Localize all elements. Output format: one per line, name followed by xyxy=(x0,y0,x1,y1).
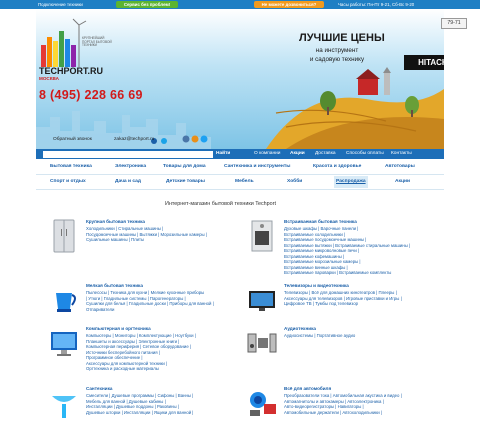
divider xyxy=(36,174,444,175)
block-link[interactable]: Встраиваемые пароварки | Встраиваемые ко… xyxy=(284,270,391,276)
block-plumbing: Сантехника Смесители | Душевые программы… xyxy=(48,386,243,425)
work-hours: Часы работы: Пн-Пт 9-21, Сб-Вс 9-20 xyxy=(338,1,415,7)
block-link[interactable]: Оргтехника и расходные материалы xyxy=(86,366,159,372)
cat-appliances[interactable]: Бытовая техника xyxy=(50,161,92,173)
top-bar: Подключение техники Сервис без проблем! … xyxy=(0,0,480,9)
connect-link[interactable]: Подключение техники xyxy=(38,2,83,7)
block-title[interactable]: Крупная бытовая техника xyxy=(86,219,145,224)
promo-title: ЛУЧШИЕ ЦЕНЫ xyxy=(299,32,385,44)
cat-furniture[interactable]: Мебель xyxy=(235,176,254,188)
sink-icon[interactable] xyxy=(48,386,80,420)
block-builtin-appliances: Встраиваемая бытовая техника Духовые шка… xyxy=(246,219,441,279)
search-nav-bar: Найти О компании Акции Доставка Способы … xyxy=(36,149,444,159)
block-link[interactable]: Автомобильные держатели | Автохолодильни… xyxy=(284,410,382,416)
page: Подключение техники Сервис без проблем! … xyxy=(0,0,480,425)
promo-line-2: и садовую технику xyxy=(309,56,365,63)
promo-line-1: на инструмент xyxy=(315,47,359,54)
cat-auto[interactable]: Автотовары xyxy=(385,161,415,173)
cat-sale[interactable]: Распродажа xyxy=(334,176,368,188)
counter-badge: 79-71 xyxy=(441,18,467,29)
logo-text[interactable]: TECHPORT.RU xyxy=(39,66,103,76)
farm-illustration xyxy=(266,67,444,149)
cat-promo[interactable]: Акции xyxy=(395,176,410,188)
header-banner: КРУПНЕЙШИЙ ПОРТАЛ БЫТОВОЙ ТЕХНИКИ TECHPO… xyxy=(36,9,444,149)
block-link[interactable]: Аудиосистемы | Портативное аудио xyxy=(284,333,355,339)
block-title[interactable]: Аудиотехника xyxy=(284,326,316,331)
email-link[interactable]: zakaz@techport.ru xyxy=(114,137,154,142)
nav-promo[interactable]: Акции xyxy=(290,149,305,159)
block-title[interactable]: Встраиваемая бытовая техника xyxy=(284,219,357,224)
block-title[interactable]: Сантехника xyxy=(86,386,112,391)
social-icons[interactable] xyxy=(182,135,210,143)
speaker-system-icon[interactable] xyxy=(246,326,278,360)
block-link[interactable]: Душевые шторки | Инсталляции | Ящики для… xyxy=(86,410,193,416)
block-link[interactable]: Отпариватели xyxy=(86,307,114,313)
service-pill[interactable]: Сервис без проблем! xyxy=(116,1,178,8)
callback-link[interactable]: Обратный звонок xyxy=(53,137,92,142)
monitor-icon[interactable] xyxy=(48,326,80,360)
nav-payment[interactable]: Способы оплаты xyxy=(346,149,384,159)
cant-reach-pill[interactable]: Не можете дозвониться? xyxy=(254,1,324,8)
block-audio: Аудиотехника Аудиосистемы | Портативное … xyxy=(246,326,441,356)
cat-garden[interactable]: Дача и сад xyxy=(115,176,141,188)
block-computers: Компьютерная и оргтехника Компьютеры | М… xyxy=(48,326,243,376)
car-accessories-icon[interactable] xyxy=(246,386,278,420)
block-title[interactable]: Телевизоры и видеотехника xyxy=(284,283,349,288)
block-small-appliances: Мелкая бытовая техника Пылесосы | Техник… xyxy=(48,283,243,313)
nav-contacts[interactable]: Контакты xyxy=(391,149,412,159)
block-title[interactable]: Мелкая бытовая техника xyxy=(86,283,143,288)
intro-heading: Интернет-магазин бытовой техники Techpor… xyxy=(165,201,276,207)
cat-kids[interactable]: Детские товары xyxy=(166,176,205,188)
cat-sport[interactable]: Спорт и отдых xyxy=(50,176,86,188)
cat-plumbing[interactable]: Сантехника и инструменты xyxy=(224,161,290,173)
nav-about[interactable]: О компании xyxy=(254,149,280,159)
block-large-appliances: Крупная бытовая техника Холодильники | С… xyxy=(48,219,243,279)
block-link[interactable]: Цифровое ТВ | Тумбы под телевизор xyxy=(284,301,358,307)
cat-hobby[interactable]: Хобби xyxy=(287,176,302,188)
slogan: КРУПНЕЙШИЙ ПОРТАЛ БЫТОВОЙ ТЕХНИКИ xyxy=(82,36,112,48)
block-title[interactable]: Всё для автомобиля xyxy=(284,386,331,391)
cat-home[interactable]: Товары для дома xyxy=(163,161,206,173)
divider xyxy=(36,189,444,190)
block-auto: Всё для автомобиля Преобразователи тока … xyxy=(246,386,441,425)
logo-city: МОСКВА xyxy=(39,76,59,81)
builtin-oven-icon[interactable] xyxy=(246,219,278,253)
search-input[interactable] xyxy=(43,150,213,158)
search-button[interactable]: Найти xyxy=(216,149,230,159)
block-tv-video: Телевизоры и видеотехника Телевизоры | В… xyxy=(246,283,441,313)
tv-icon[interactable] xyxy=(246,283,278,317)
block-link[interactable]: Сушильные машины | Плиты xyxy=(86,237,144,243)
kettle-icon[interactable] xyxy=(48,283,80,317)
cat-electronics[interactable]: Электроника xyxy=(115,161,146,173)
block-title[interactable]: Компьютерная и оргтехника xyxy=(86,326,151,331)
cat-beauty[interactable]: Красота и здоровье xyxy=(313,161,361,173)
nav-delivery[interactable]: Доставка xyxy=(315,149,336,159)
hitachi-logo[interactable]: HITACHI xyxy=(404,55,444,70)
fridge-icon[interactable] xyxy=(48,219,80,253)
